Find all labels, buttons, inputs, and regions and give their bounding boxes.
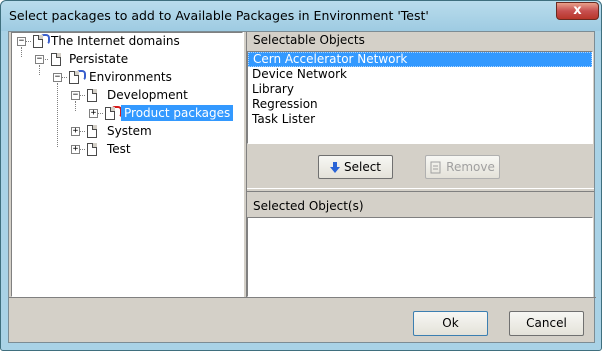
objects-panel: Selectable Objects Cern Accelerator Netw… (247, 32, 594, 297)
tree-node-label[interactable]: Persistate (69, 51, 128, 67)
select-button[interactable]: Select (318, 155, 393, 179)
tree-line (57, 83, 59, 147)
selectable-objects-header: Selectable Objects (253, 33, 365, 47)
cancel-button[interactable]: Cancel (509, 311, 584, 336)
close-button[interactable]: x (556, 2, 599, 20)
tree-node-label[interactable]: System (107, 123, 152, 139)
domain-tree[interactable]: − The Internet domains − Persistate − En… (11, 32, 243, 297)
tree-node-label[interactable]: Development (107, 87, 188, 103)
list-item[interactable]: Library (248, 82, 592, 97)
tree-expander[interactable]: − (53, 73, 62, 82)
tree-node-label[interactable]: Environments (89, 69, 172, 85)
list-item[interactable]: Regression (248, 97, 592, 112)
document-icon (87, 125, 97, 138)
tree-line (21, 47, 23, 57)
domain-icon (69, 70, 86, 84)
horizontal-splitter[interactable] (247, 188, 594, 192)
title-bar[interactable]: Select packages to add to Available Pack… (1, 1, 601, 31)
window-title: Select packages to add to Available Pack… (9, 8, 429, 23)
remove-icon (430, 161, 441, 174)
document-icon (87, 89, 97, 102)
remove-button-label: Remove (446, 160, 495, 174)
tree-node-label-selected[interactable]: Product packages (121, 105, 234, 121)
arrow-down-icon (329, 162, 340, 173)
dialog-client-area: − The Internet domains − Persistate − En… (8, 31, 596, 344)
ok-button-label: Ok (442, 316, 459, 330)
selectable-objects-list[interactable]: Cern Accelerator Network Device Network … (247, 51, 593, 144)
tree-line (80, 95, 85, 97)
tree-expander[interactable]: + (71, 127, 80, 136)
package-icon (105, 106, 122, 120)
tree-expander[interactable]: + (71, 145, 80, 154)
tree-line (39, 65, 41, 75)
document-icon (51, 53, 61, 66)
tree-node-label[interactable]: Test (107, 141, 131, 157)
tree-line (98, 113, 103, 115)
ok-button[interactable]: Ok (413, 311, 488, 336)
tree-line (80, 149, 85, 151)
tree-expander[interactable]: − (35, 55, 44, 64)
tree-line (26, 41, 31, 43)
select-button-label: Select (343, 160, 382, 174)
selected-objects-header: Selected Object(s) (253, 199, 364, 213)
list-item[interactable]: Cern Accelerator Network (248, 52, 592, 67)
tree-expander[interactable]: − (17, 37, 26, 46)
remove-button[interactable]: Remove (425, 155, 500, 179)
list-item[interactable]: Task Lister (248, 112, 592, 127)
tree-expander[interactable]: − (71, 91, 80, 100)
close-icon: x (573, 3, 582, 18)
tree-line (80, 131, 85, 133)
document-icon (87, 143, 97, 156)
dialog-footer: Ok Cancel (9, 297, 596, 344)
tree-line (75, 101, 77, 111)
tree-expander[interactable]: + (89, 109, 98, 118)
dialog-window: Select packages to add to Available Pack… (0, 0, 602, 351)
selected-objects-list[interactable] (247, 217, 593, 297)
list-item[interactable]: Device Network (248, 67, 592, 82)
tree-node-label[interactable]: The Internet domains (51, 33, 180, 49)
cancel-button-label: Cancel (526, 316, 567, 330)
tree-line (62, 77, 67, 79)
domain-icon (33, 34, 50, 48)
